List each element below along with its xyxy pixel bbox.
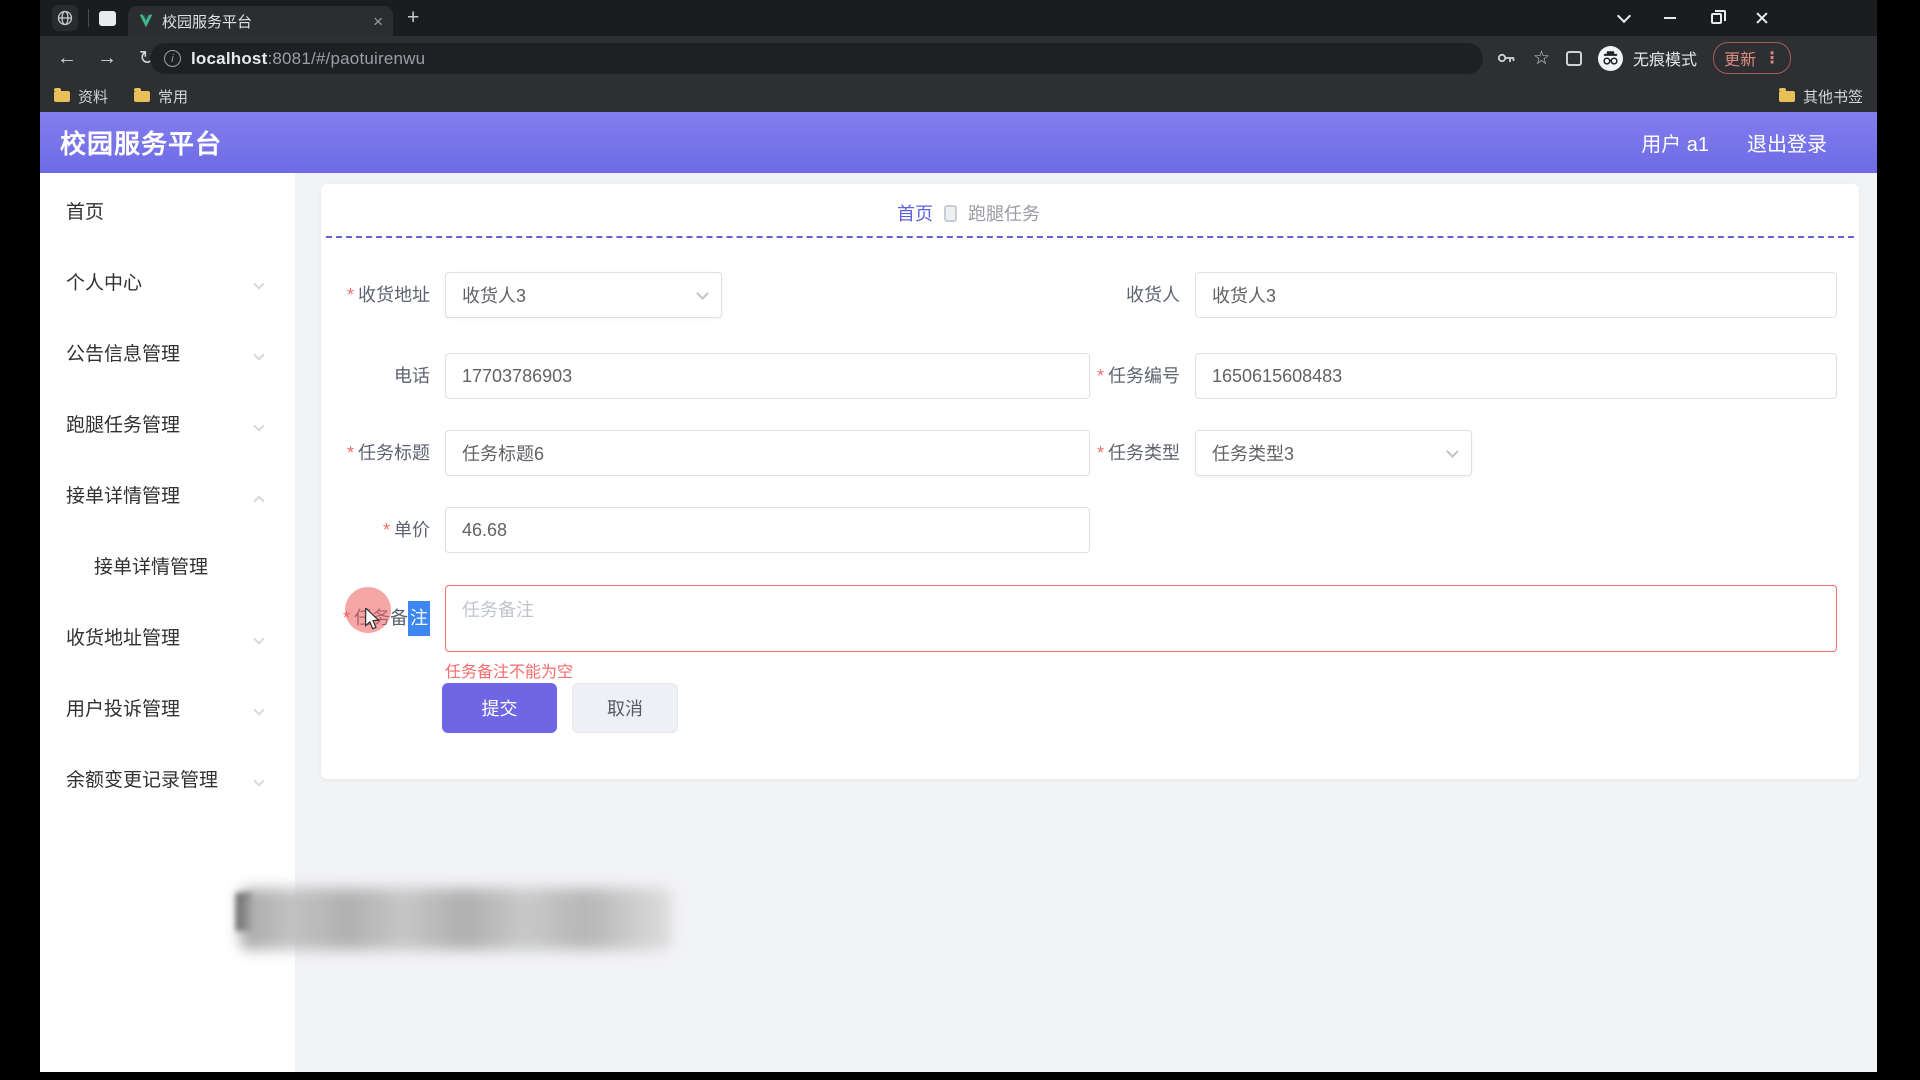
incognito-label: 无痕模式 xyxy=(1633,46,1697,70)
validation-error: 任务备注不能为空 xyxy=(445,658,573,682)
sidebar-item-complaint-mgmt[interactable]: 用户投诉管理 xyxy=(40,674,295,745)
bookmark-star-icon[interactable]: ☆ xyxy=(1533,47,1550,70)
browser-window: 校园服务平台 × + ← → ↻ i localhost:8081/#/paot… xyxy=(40,0,1877,1072)
site-info-icon[interactable]: i xyxy=(164,50,181,67)
tab-bar: 校园服务平台 × + xyxy=(40,0,1877,36)
unit-price-input[interactable] xyxy=(445,507,1090,553)
pinned-tab-blank[interactable] xyxy=(99,11,116,26)
active-tab[interactable]: 校园服务平台 × xyxy=(128,6,393,36)
sidebar-subitem-order-detail-mgmt[interactable]: 接单详情管理 xyxy=(40,532,295,603)
chevron-down-icon xyxy=(253,775,264,786)
menu-kebab-icon[interactable]: ⋮ xyxy=(1764,48,1780,68)
tab-divider xyxy=(88,9,89,27)
task-title-input[interactable] xyxy=(445,430,1090,476)
chevron-down-icon xyxy=(696,287,709,300)
label-task-type: *任务类型 xyxy=(1011,430,1180,476)
globe-icon xyxy=(57,10,73,26)
chevron-down-icon xyxy=(253,704,264,715)
header-user[interactable]: 用户 a1 xyxy=(1641,128,1709,157)
bookmarks-bar: 资料 常用 其他书签 xyxy=(40,80,1877,112)
submit-button[interactable]: 提交 xyxy=(442,683,557,733)
label-phone: 电话 xyxy=(321,353,430,399)
app-header: 校园服务平台 用户 a1 退出登录 xyxy=(40,112,1877,173)
phone-input[interactable] xyxy=(445,353,1090,399)
chevron-down-icon xyxy=(1446,445,1459,458)
receiver-input[interactable] xyxy=(1195,272,1837,318)
url-text[interactable]: localhost:8081/#/paotuirenwu xyxy=(191,49,425,69)
chevron-down-icon xyxy=(253,633,264,644)
remark-textarea[interactable] xyxy=(445,585,1837,652)
window-controls xyxy=(1615,0,1771,36)
blurred-watermark xyxy=(240,888,672,950)
sidebar-item-home[interactable]: 首页 xyxy=(40,177,295,248)
folder-icon xyxy=(54,91,70,102)
label-receiver: 收货人 xyxy=(1011,272,1180,318)
incognito-icon xyxy=(1598,46,1623,71)
restore-window-icon[interactable] xyxy=(1707,9,1725,27)
bookmark-folder-ziliao[interactable]: 资料 xyxy=(54,86,108,107)
sidebar-item-balance-record-mgmt[interactable]: 余额变更记录管理 xyxy=(40,745,295,816)
form-card: 首页 跑腿任务 *收货地址 收货人3 收货人 电话 *任务编号 xyxy=(321,184,1859,779)
browser-toolbar: ← → ↻ i localhost:8081/#/paotuirenwu ☆ xyxy=(40,36,1877,80)
app-title: 校园服务平台 xyxy=(60,124,222,161)
back-icon[interactable]: ← xyxy=(54,36,80,80)
address-bar[interactable]: i localhost:8081/#/paotuirenwu xyxy=(150,43,1483,74)
selected-text-highlight: 注 xyxy=(408,601,430,636)
label-address: *收货地址 xyxy=(321,272,430,318)
folder-icon xyxy=(1779,91,1795,102)
update-button[interactable]: 更新 ⋮ xyxy=(1713,42,1791,74)
chevron-up-icon xyxy=(253,495,264,506)
password-key-icon[interactable] xyxy=(1495,47,1517,69)
breadcrumb-home[interactable]: 首页 xyxy=(897,200,933,226)
label-task-title: *任务标题 xyxy=(321,430,430,476)
other-bookmarks[interactable]: 其他书签 xyxy=(1779,86,1863,107)
breadcrumb-current: 跑腿任务 xyxy=(968,200,1040,226)
label-unit-price: *单价 xyxy=(321,507,430,553)
dashed-divider xyxy=(326,236,1854,238)
chevron-down-icon xyxy=(253,349,264,360)
logout-button[interactable]: 退出登录 xyxy=(1747,128,1827,157)
sidebar-item-address-mgmt[interactable]: 收货地址管理 xyxy=(40,603,295,674)
chevron-down-icon xyxy=(253,278,264,289)
sidebar-item-errand-task-mgmt[interactable]: 跑腿任务管理 xyxy=(40,390,295,461)
pinned-tab-globe[interactable] xyxy=(52,5,78,31)
app-body: 首页 个人中心 公告信息管理 跑腿任务管理 接单详情管理 接单详情管理 收货地址… xyxy=(40,173,1877,1072)
minimize-icon[interactable] xyxy=(1661,9,1679,27)
label-task-no: *任务编号 xyxy=(1011,353,1180,399)
cancel-button[interactable]: 取消 xyxy=(572,683,678,733)
new-tab-icon[interactable]: + xyxy=(407,6,419,30)
close-window-icon[interactable] xyxy=(1753,9,1771,27)
mouse-cursor-icon xyxy=(363,608,383,630)
tab-close-icon[interactable]: × xyxy=(373,13,383,30)
sidebar-item-order-detail-mgmt[interactable]: 接单详情管理 xyxy=(40,461,295,532)
tab-title: 校园服务平台 xyxy=(162,11,373,32)
vue-favicon-icon xyxy=(138,14,154,28)
forward-icon[interactable]: → xyxy=(94,36,120,80)
tab-search-chevron-icon[interactable] xyxy=(1615,9,1633,27)
folder-icon xyxy=(134,91,150,102)
bookmark-folder-changyong[interactable]: 常用 xyxy=(134,86,188,107)
breadcrumb: 首页 跑腿任务 xyxy=(897,200,1040,226)
breadcrumb-separator-icon xyxy=(944,205,957,222)
task-no-input[interactable] xyxy=(1195,353,1837,399)
side-panel-icon[interactable] xyxy=(1566,51,1582,66)
chevron-down-icon xyxy=(253,420,264,431)
sidebar-item-personal-center[interactable]: 个人中心 xyxy=(40,248,295,319)
address-select[interactable]: 收货人3 xyxy=(445,272,722,318)
sidebar-item-announcement-mgmt[interactable]: 公告信息管理 xyxy=(40,319,295,390)
task-type-select[interactable]: 任务类型3 xyxy=(1195,430,1472,476)
